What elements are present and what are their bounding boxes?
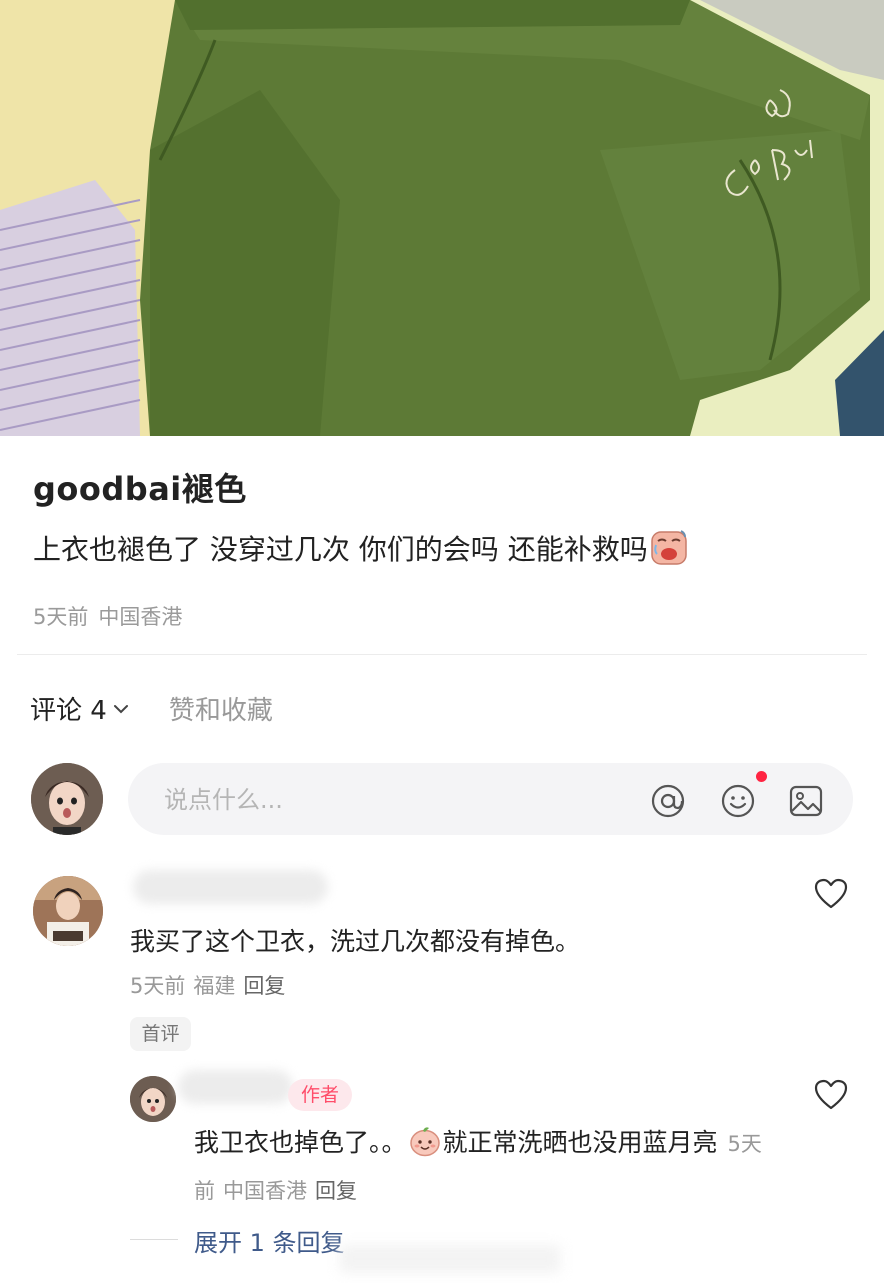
comment-text: 我买了这个卫衣，洗过几次都没有掉色。: [130, 927, 581, 956]
post-location: 中国香港: [98, 605, 183, 629]
reply-text-part2: 就正常洗晒也没用蓝月亮: [442, 1128, 718, 1157]
post-meta: 5天前 中国香港: [33, 601, 192, 631]
tab-comments-label: 评论 4: [30, 696, 107, 726]
emoji-icon[interactable]: [720, 783, 756, 819]
reply-button[interactable]: 回复: [243, 974, 285, 998]
watermark-blur: [340, 1245, 560, 1273]
shorts-photo-illustration: [0, 0, 884, 436]
at-icon[interactable]: [650, 783, 686, 819]
post-time: 5天前: [33, 605, 89, 629]
comment-input-box[interactable]: [128, 763, 853, 835]
post-body-text: 上衣也褪色了 没穿过几次 你们的会吗 还能补救吗: [33, 533, 648, 566]
chevron-down-icon: [113, 704, 128, 713]
comment-location: 福建: [193, 974, 236, 998]
avatar-illustration: [130, 1076, 176, 1122]
post-photo[interactable]: [0, 0, 884, 436]
divider: [17, 654, 867, 655]
expand-divider: [130, 1239, 178, 1240]
notification-dot: [756, 771, 767, 782]
smiling-baby-emoji-icon: [409, 1127, 440, 1157]
commenter-name-blurred[interactable]: [133, 870, 328, 904]
like-heart-icon[interactable]: [813, 877, 849, 911]
expand-replies-link[interactable]: 展开 1 条回复: [194, 1223, 345, 1258]
current-user-avatar[interactable]: [31, 763, 103, 835]
comment-meta: 5天前 福建 回复: [130, 970, 293, 1000]
reply-author-name-blurred[interactable]: [178, 1070, 293, 1104]
author-tag: 作者: [288, 1079, 352, 1111]
image-icon[interactable]: [788, 783, 824, 819]
reply-button[interactable]: 回复: [315, 1179, 357, 1203]
crying-face-emoji-icon: [650, 530, 687, 565]
tab-likes-collects[interactable]: 赞和收藏: [169, 690, 273, 727]
reply-location: 中国香港: [223, 1179, 307, 1203]
comment-time: 5天前: [130, 974, 186, 998]
avatar-illustration: [33, 876, 103, 946]
comment-input[interactable]: [162, 783, 606, 817]
tab-comments[interactable]: 评论 4: [30, 690, 129, 727]
reply-author-avatar[interactable]: [130, 1076, 176, 1122]
avatar-illustration: [31, 763, 103, 835]
commenter-avatar[interactable]: [33, 876, 103, 946]
reply-text: 我卫衣也掉色了。。 就正常洗晒也没用蓝月亮 5天前 中国香港 回复: [194, 1120, 784, 1214]
first-comment-badge: 首评: [130, 1017, 191, 1051]
reply-text-part1: 我卫衣也掉色了。。: [194, 1128, 407, 1157]
comment-tabs: 评论 4 赞和收藏: [30, 690, 273, 727]
post-title: goodbai褪色: [33, 470, 247, 508]
like-heart-icon[interactable]: [813, 1078, 849, 1112]
post-body: 上衣也褪色了 没穿过几次 你们的会吗 还能补救吗: [33, 528, 688, 568]
